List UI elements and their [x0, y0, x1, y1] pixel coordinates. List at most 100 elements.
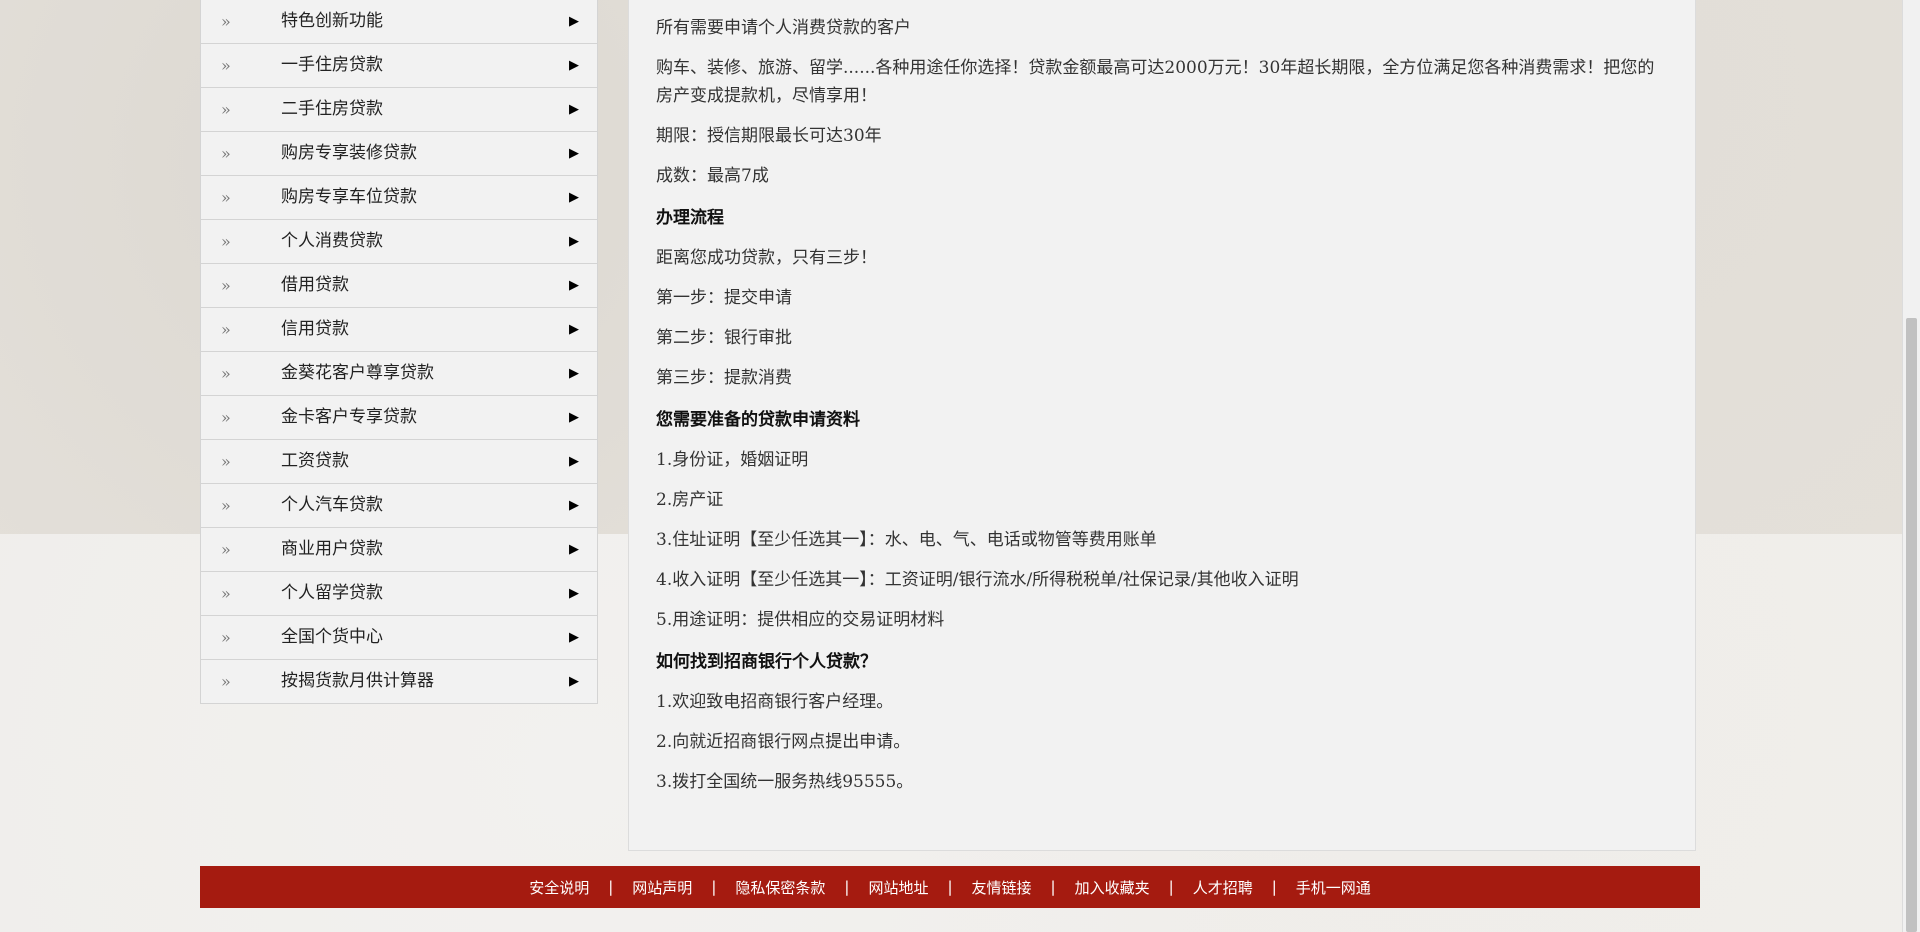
find-line: 1.欢迎致电招商银行客户经理。	[656, 692, 894, 712]
arrow-right-icon: ▶	[569, 190, 579, 205]
sidebar-item-label: 一手住房贷款	[281, 55, 383, 75]
sidebar-item-study-abroad-loan[interactable]: » 个人留学贷款 ▶	[201, 572, 597, 616]
double-chevron-icon: »	[221, 672, 231, 691]
materials-line: 4.收入证明【至少任选其一】：工资证明/银行流水/所得税税单/社保记录/其他收入…	[656, 570, 1299, 590]
double-chevron-icon: »	[221, 540, 231, 559]
term-text: 期限：授信期限最长可达30年	[656, 126, 882, 146]
footer-link-security[interactable]: 安全说明	[529, 877, 589, 898]
double-chevron-icon: »	[221, 496, 231, 515]
double-chevron-icon: »	[221, 232, 231, 251]
arrow-right-icon: ▶	[569, 674, 579, 689]
footer-separator: |	[1168, 878, 1174, 896]
footer-link-friends[interactable]: 友情链接	[972, 877, 1032, 898]
sidebar-item-label: 购房专享车位贷款	[281, 187, 417, 207]
footer-link-address[interactable]: 网站地址	[868, 877, 928, 898]
sidebar-item-second-home-loan[interactable]: » 二手住房贷款 ▶	[201, 88, 597, 132]
materials-line: 3.住址证明【至少任选其一】：水、电、气、电话或物管等费用账单	[656, 530, 1157, 550]
footer-separator: |	[1050, 878, 1056, 896]
double-chevron-icon: »	[221, 56, 231, 75]
sidebar-item-borrow-loan[interactable]: » 借用贷款 ▶	[201, 264, 597, 308]
arrow-right-icon: ▶	[569, 586, 579, 601]
sidebar-item-label: 二手住房贷款	[281, 99, 383, 119]
article-content: 所有需要申请个人消费贷款的客户 购车、装修、旅游、留学......各种用途任你选…	[628, 0, 1696, 851]
sidebar-menu: » 特色创新功能 ▶ » 一手住房贷款 ▶ » 二手住房贷款 ▶ » 购房专享装…	[200, 0, 598, 704]
arrow-right-icon: ▶	[569, 542, 579, 557]
sidebar-item-loan-center[interactable]: » 全国个货中心 ▶	[201, 616, 597, 660]
arrow-right-icon: ▶	[569, 234, 579, 249]
sidebar-item-label: 借用贷款	[281, 275, 349, 295]
double-chevron-icon: »	[221, 188, 231, 207]
footer-link-statement[interactable]: 网站声明	[632, 877, 692, 898]
footer-link-mobile[interactable]: 手机一网通	[1296, 877, 1371, 898]
sidebar-item-label: 信用贷款	[281, 319, 349, 339]
description-text: 购车、装修、旅游、留学......各种用途任你选择！贷款金额最高可达2000万元…	[656, 58, 1655, 106]
find-line: 3.拨打全国统一服务热线95555。	[656, 772, 914, 792]
arrow-right-icon: ▶	[569, 410, 579, 425]
sidebar-item-parking-loan[interactable]: » 购房专享车位贷款 ▶	[201, 176, 597, 220]
sidebar-item-renovation-loan[interactable]: » 购房专享装修贷款 ▶	[201, 132, 597, 176]
sidebar-item-label: 金卡客户专享贷款	[281, 407, 417, 427]
sidebar-item-label: 全国个货中心	[281, 627, 383, 647]
sidebar-item-innovation[interactable]: » 特色创新功能 ▶	[201, 0, 597, 44]
sidebar-item-commercial-loan[interactable]: » 商业用户贷款 ▶	[201, 528, 597, 572]
find-heading: 如何找到招商银行个人贷款？	[656, 652, 877, 672]
process-heading: 办理流程	[656, 208, 724, 228]
double-chevron-icon: »	[221, 276, 231, 295]
double-chevron-icon: »	[221, 452, 231, 471]
arrow-right-icon: ▶	[569, 278, 579, 293]
footer-separator: |	[711, 878, 717, 896]
materials-line: 2.房产证	[656, 490, 724, 510]
sidebar-item-label: 购房专享装修贷款	[281, 143, 417, 163]
arrow-right-icon: ▶	[569, 146, 579, 161]
footer-link-careers[interactable]: 人才招聘	[1193, 877, 1253, 898]
footer-separator: |	[844, 878, 850, 896]
double-chevron-icon: »	[221, 584, 231, 603]
arrow-right-icon: ▶	[569, 14, 579, 29]
footer-link-bookmark[interactable]: 加入收藏夹	[1075, 877, 1150, 898]
arrow-right-icon: ▶	[569, 102, 579, 117]
double-chevron-icon: »	[221, 100, 231, 119]
sidebar-item-label: 个人汽车贷款	[281, 495, 383, 515]
sidebar-item-new-home-loan[interactable]: » 一手住房贷款 ▶	[201, 44, 597, 88]
arrow-right-icon: ▶	[569, 498, 579, 513]
sidebar-item-label: 工资贷款	[281, 451, 349, 471]
intro-text: 所有需要申请个人消费贷款的客户	[656, 18, 911, 38]
sidebar-item-credit-loan[interactable]: » 信用贷款 ▶	[201, 308, 597, 352]
arrow-right-icon: ▶	[569, 366, 579, 381]
sidebar-item-label: 商业用户贷款	[281, 539, 383, 559]
double-chevron-icon: »	[221, 408, 231, 427]
sidebar-item-salary-loan[interactable]: » 工资贷款 ▶	[201, 440, 597, 484]
sidebar-item-label: 个人留学贷款	[281, 583, 383, 603]
sidebar-item-label: 特色创新功能	[281, 11, 383, 31]
sidebar-item-label: 按揭货款月供计算器	[281, 671, 434, 691]
sidebar-item-mortgage-calculator[interactable]: » 按揭货款月供计算器 ▶	[201, 660, 597, 703]
arrow-right-icon: ▶	[569, 630, 579, 645]
process-line: 第三步：提款消费	[656, 368, 792, 388]
materials-line: 1.身份证，婚姻证明	[656, 450, 809, 470]
ratio-text: 成数：最高7成	[656, 166, 769, 186]
double-chevron-icon: »	[221, 628, 231, 647]
arrow-right-icon: ▶	[569, 322, 579, 337]
process-line: 第二步：银行审批	[656, 328, 792, 348]
double-chevron-icon: »	[221, 12, 231, 31]
sidebar-item-gold-card-loan[interactable]: » 金卡客户专享贷款 ▶	[201, 396, 597, 440]
footer-bar: 安全说明 | 网站声明 | 隐私保密条款 | 网站地址 | 友情链接 | 加入收…	[200, 866, 1700, 908]
sidebar-item-consumer-loan[interactable]: » 个人消费贷款 ▶	[201, 220, 597, 264]
footer-separator: |	[947, 878, 953, 896]
sidebar-item-car-loan[interactable]: » 个人汽车贷款 ▶	[201, 484, 597, 528]
scrollbar-thumb[interactable]	[1906, 318, 1917, 932]
materials-heading: 您需要准备的贷款申请资料	[656, 410, 860, 430]
page-scrollbar[interactable]	[1902, 0, 1920, 932]
sidebar-item-label: 金葵花客户尊享贷款	[281, 363, 434, 383]
sidebar-item-sunflower-loan[interactable]: » 金葵花客户尊享贷款 ▶	[201, 352, 597, 396]
find-line: 2.向就近招商银行网点提出申请。	[656, 732, 911, 752]
sidebar-item-label: 个人消费贷款	[281, 231, 383, 251]
double-chevron-icon: »	[221, 364, 231, 383]
footer-link-privacy[interactable]: 隐私保密条款	[735, 877, 825, 898]
process-line: 第一步：提交申请	[656, 288, 792, 308]
footer-separator: |	[1271, 878, 1277, 896]
process-line: 距离您成功贷款，只有三步！	[656, 248, 877, 268]
double-chevron-icon: »	[221, 144, 231, 163]
arrow-right-icon: ▶	[569, 454, 579, 469]
materials-line: 5.用途证明：提供相应的交易证明材料	[656, 610, 945, 630]
